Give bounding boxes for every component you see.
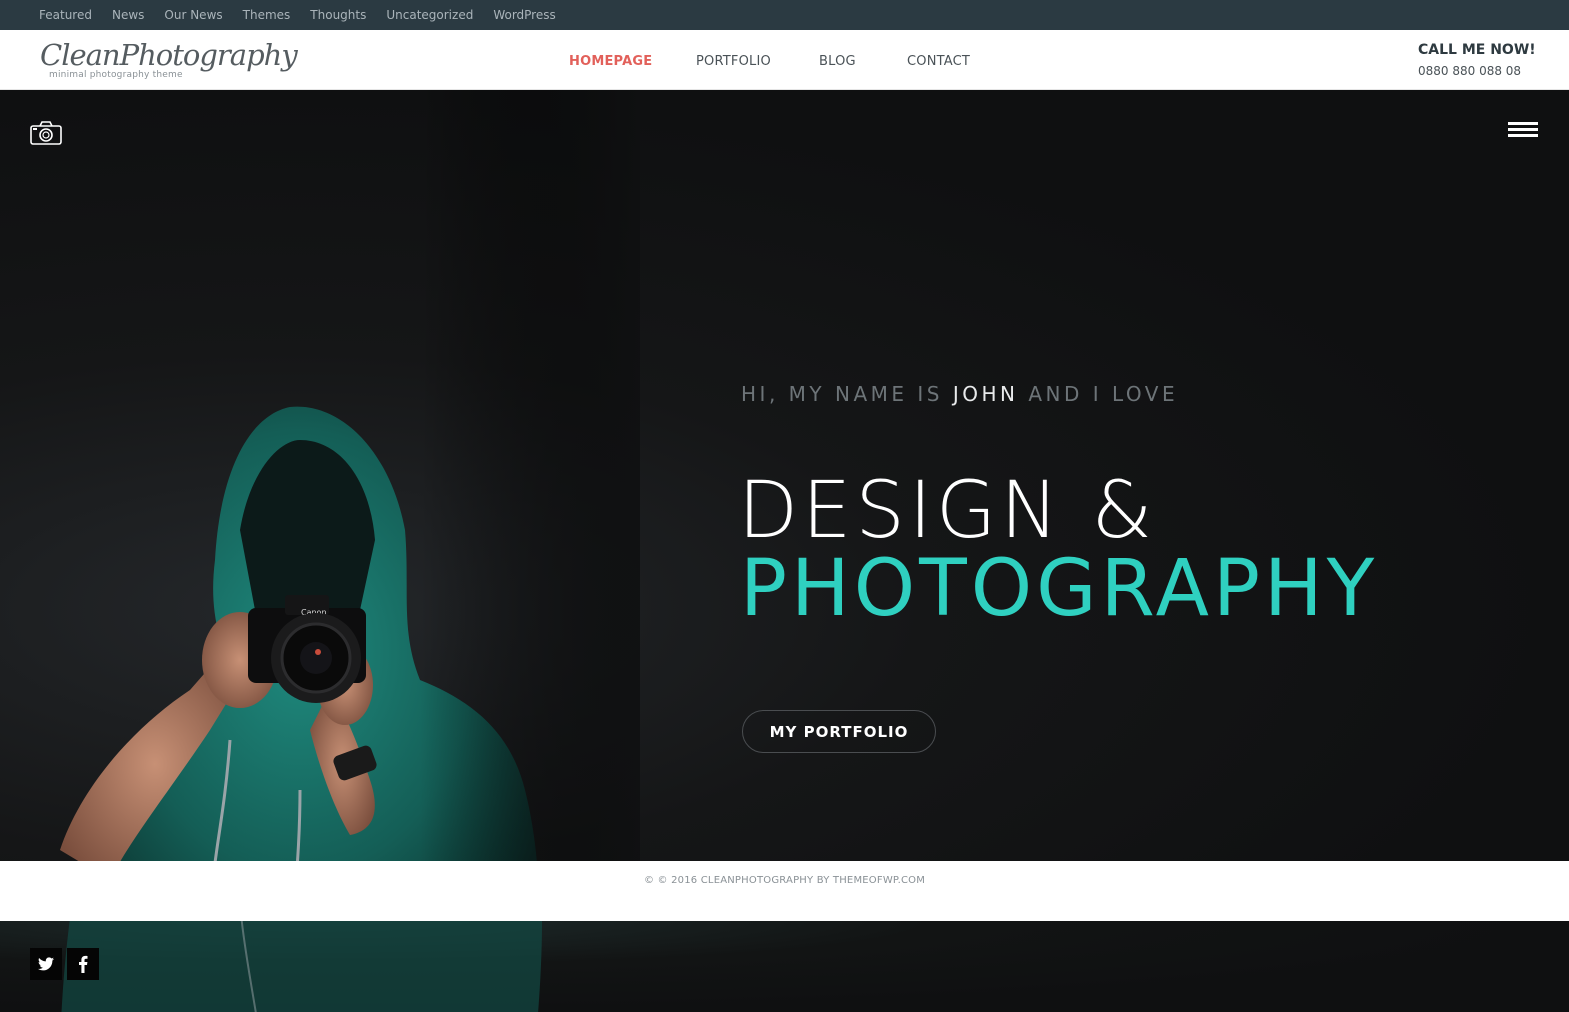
facebook-button[interactable]	[67, 948, 99, 980]
main-nav: HOMEPAGE PORTFOLIO BLOG CONTACT	[0, 30, 1569, 90]
headline-photography: PHOTOGRAPHY	[740, 544, 1379, 634]
my-portfolio-button[interactable]: MY PORTFOLIO	[742, 710, 936, 753]
nav-portfolio[interactable]: PORTFOLIO	[696, 54, 771, 69]
camera-icon[interactable]	[30, 120, 62, 146]
headline-design: DESIGN &	[738, 466, 1157, 556]
bottom-area	[0, 921, 1569, 1012]
hero-section: Canon HI, MY NAME IS JOHN AND I LOVE DES…	[0, 90, 1569, 861]
category-link-news[interactable]: News	[112, 8, 144, 22]
nav-contact[interactable]: CONTACT	[907, 54, 970, 69]
hamburger-menu-icon[interactable]	[1508, 122, 1538, 138]
category-link-themes[interactable]: Themes	[243, 8, 291, 22]
intro-name: JOHN	[952, 382, 1019, 406]
category-link-our-news[interactable]: Our News	[164, 8, 222, 22]
category-link-wordpress[interactable]: WordPress	[493, 8, 555, 22]
twitter-icon	[38, 957, 54, 971]
hero-intro: HI, MY NAME IS JOHN AND I LOVE	[741, 382, 1178, 406]
call-me-block: CALL ME NOW! 0880 880 088 08	[1418, 42, 1536, 78]
category-bar: Featured News Our News Themes Thoughts U…	[0, 0, 1569, 30]
twitter-button[interactable]	[30, 948, 62, 980]
facebook-icon	[79, 955, 88, 973]
intro-suffix: AND I LOVE	[1018, 382, 1179, 406]
call-me-title: CALL ME NOW!	[1418, 42, 1536, 58]
category-link-featured[interactable]: Featured	[39, 8, 92, 22]
category-link-thoughts[interactable]: Thoughts	[310, 8, 366, 22]
intro-prefix: HI, MY NAME IS	[741, 382, 953, 406]
copyright-text: © © 2016 CLEANPHOTOGRAPHY BY THEMEOFWP.C…	[643, 875, 926, 886]
site-header: CleanPhotography minimal photography the…	[0, 30, 1569, 90]
nav-homepage[interactable]: HOMEPAGE	[569, 54, 652, 69]
footer-bar: © © 2016 CLEANPHOTOGRAPHY BY THEMEOFWP.C…	[0, 861, 1569, 921]
category-link-uncategorized[interactable]: Uncategorized	[386, 8, 473, 22]
hero-photo-photographer: Canon	[60, 90, 640, 861]
nav-blog[interactable]: BLOG	[819, 54, 856, 69]
phone-number[interactable]: 0880 880 088 08	[1418, 64, 1536, 78]
